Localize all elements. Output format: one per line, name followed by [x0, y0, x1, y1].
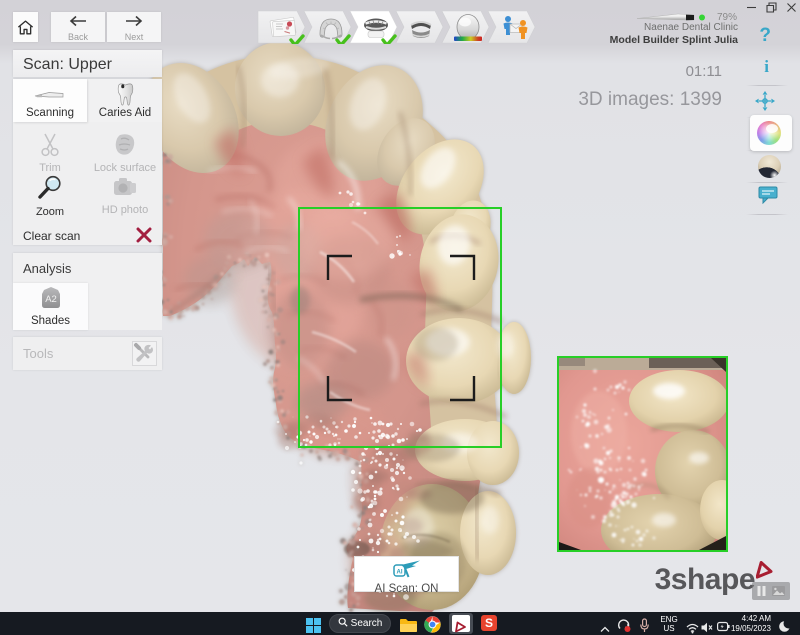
svg-text:AI: AI [396, 570, 402, 576]
svg-text:A2: A2 [45, 294, 57, 305]
